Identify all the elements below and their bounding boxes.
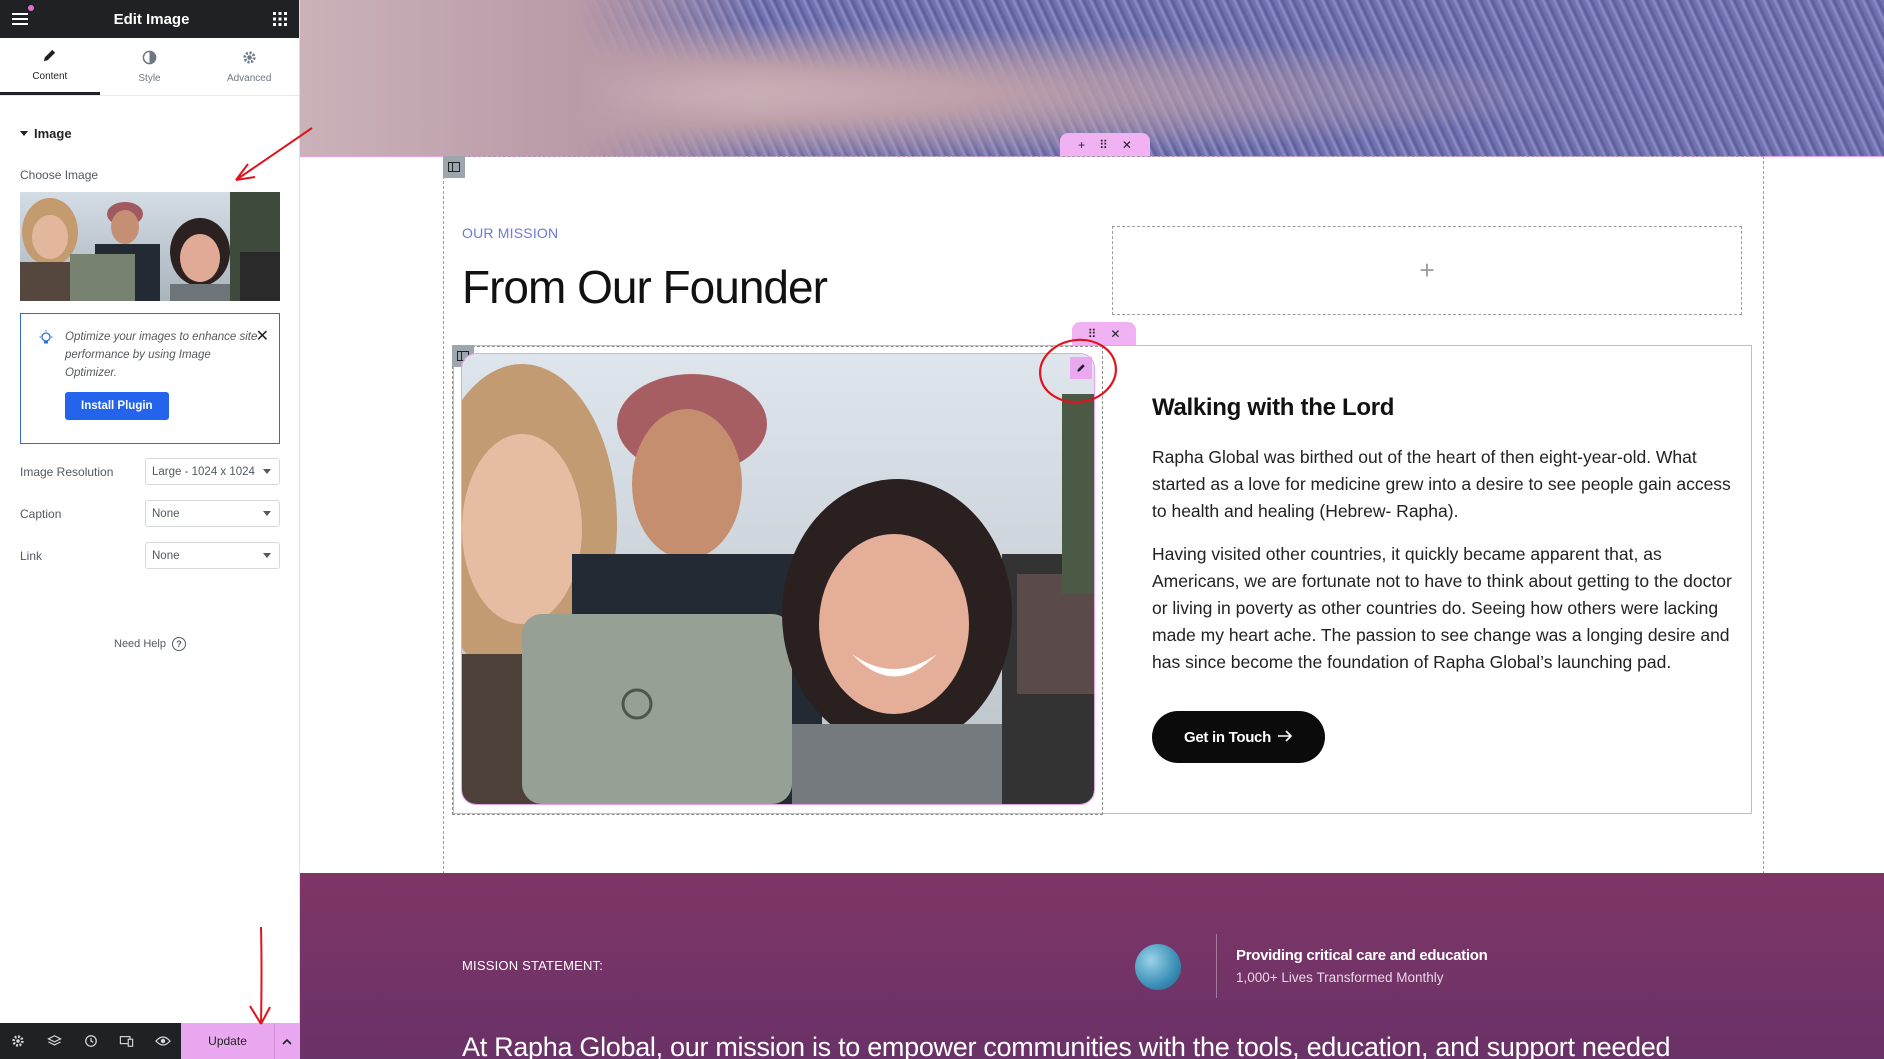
select-value: None (152, 507, 180, 520)
choose-image-label: Choose Image (20, 168, 99, 182)
control-label: Image Resolution (20, 464, 114, 479)
mission-statement-text: At Rapha Global, our mission is to empow… (462, 1032, 1671, 1059)
tab-content-label: Content (32, 71, 68, 82)
history-icon[interactable] (72, 1023, 108, 1059)
editor-panel: Edit Image Content Style Advanced Image … (0, 0, 301, 1059)
section-heading: Walking with the Lord (1152, 394, 1395, 421)
close-icon[interactable]: ✕ (256, 326, 269, 346)
mission-eyebrow: OUR MISSION (462, 225, 559, 241)
control-label: Caption (20, 506, 62, 521)
feature-title: Providing critical care and education (1236, 947, 1488, 964)
gear-icon (242, 50, 257, 68)
caption-select[interactable]: None (145, 500, 280, 527)
get-in-touch-button[interactable]: Get in Touch (1152, 711, 1325, 763)
page-title: From Our Founder (462, 261, 828, 313)
update-button[interactable]: Update (181, 1023, 274, 1059)
apps-grid-icon[interactable] (273, 12, 287, 26)
vertical-divider (1216, 934, 1217, 998)
founder-photo[interactable] (461, 353, 1095, 805)
feature-subtitle: 1,000+ Lives Transformed Monthly (1236, 970, 1444, 985)
optimizer-notice: ✕ Optimize your images to enhance site p… (20, 313, 280, 444)
container-handle-icon[interactable] (443, 156, 465, 178)
update-options-chevron-icon[interactable] (273, 1023, 301, 1059)
help-icon: ? (171, 637, 186, 651)
chevron-down-icon (263, 553, 271, 558)
arrow-right-icon (1277, 729, 1293, 746)
close-icon[interactable]: ✕ (1122, 138, 1132, 152)
section-title: Image (34, 126, 72, 141)
add-widget-slot[interactable]: + (1112, 226, 1742, 315)
control-caption: Caption None (20, 500, 280, 527)
chevron-down-icon (263, 511, 271, 516)
body-paragraph-2: Having visited other countries, it quick… (1152, 544, 1732, 672)
panel-header: Edit Image (0, 0, 299, 38)
close-icon[interactable]: ✕ (1110, 327, 1120, 341)
preview-icon[interactable] (145, 1023, 181, 1059)
menu-icon[interactable] (12, 12, 30, 26)
panel-tabs: Content Style Advanced (0, 38, 299, 96)
need-help-link[interactable]: Need Help ? (0, 637, 300, 651)
select-value: None (152, 549, 180, 562)
pencil-icon (42, 48, 57, 66)
tab-advanced[interactable]: Advanced (199, 38, 299, 95)
caret-down-icon (20, 131, 28, 136)
button-label: Get in Touch (1184, 728, 1271, 746)
settings-icon[interactable] (0, 1023, 36, 1059)
select-value: Large - 1024 x 1024 (152, 465, 255, 478)
image-resolution-select[interactable]: Large - 1024 x 1024 (145, 458, 280, 485)
row-handle[interactable]: ⠿ ✕ (1072, 322, 1136, 345)
section-handle[interactable]: + ⠿ ✕ (1060, 133, 1150, 157)
tab-style[interactable]: Style (100, 38, 200, 95)
lightbulb-icon (39, 330, 53, 351)
add-icon[interactable]: + (1078, 138, 1085, 152)
drag-handle-icon[interactable]: ⠿ (1099, 138, 1108, 152)
edit-pencil-icon[interactable] (1070, 357, 1092, 379)
tab-style-label: Style (138, 72, 161, 84)
body-paragraph-1: Rapha Global was birthed out of the hear… (1152, 447, 1731, 521)
contrast-icon (142, 50, 157, 68)
link-select[interactable]: None (145, 542, 280, 569)
layers-icon[interactable] (36, 1023, 72, 1059)
globe-icon (1135, 944, 1181, 990)
control-label: Link (20, 548, 43, 563)
preview-canvas: + ⠿ ✕ OUR MISSION From Our Founder + ⠿ ✕ (300, 0, 1884, 1059)
responsive-icon[interactable] (109, 1023, 145, 1059)
need-help-label: Need Help (114, 638, 166, 650)
install-plugin-button[interactable]: Install Plugin (65, 392, 169, 420)
optimizer-text: Optimize your images to enhance site per… (65, 331, 258, 379)
tab-advanced-label: Advanced (226, 72, 272, 84)
hero-image-detail (300, 0, 760, 157)
drag-handle-icon[interactable]: ⠿ (1088, 327, 1097, 341)
chevron-down-icon (263, 469, 271, 474)
control-image-resolution: Image Resolution Large - 1024 x 1024 (20, 458, 280, 485)
panel-title: Edit Image (113, 10, 190, 28)
panel-footer: Update (0, 1023, 301, 1059)
image-thumbnail[interactable] (20, 192, 280, 301)
control-link: Link None (20, 542, 280, 569)
section-toggle-image[interactable]: Image (0, 126, 299, 141)
plus-icon: + (1419, 255, 1435, 285)
mission-statement-label: MISSION STATEMENT: (462, 958, 604, 973)
tab-content[interactable]: Content (0, 38, 100, 95)
notification-dot (28, 5, 34, 11)
